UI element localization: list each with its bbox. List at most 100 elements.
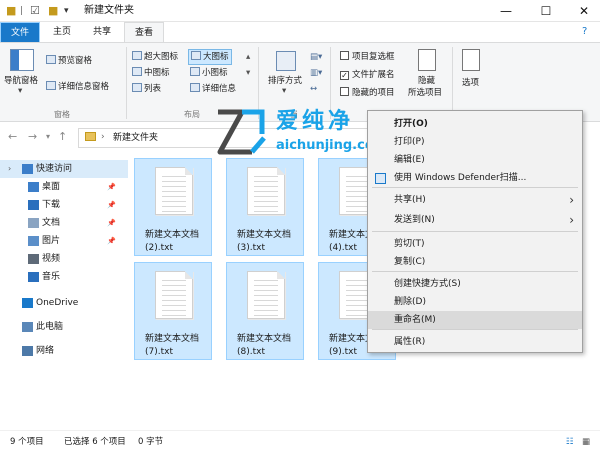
scroll-down-icon[interactable]: ▾ xyxy=(246,67,250,79)
context-menu-item[interactable]: 发送到(N) › xyxy=(368,211,582,229)
close-button[interactable]: ✕ xyxy=(564,0,600,22)
large-icons-view-icon[interactable]: ▦ xyxy=(582,436,590,448)
layout-medium-icons[interactable]: 中图标 xyxy=(132,67,170,79)
options-button[interactable]: 选项 xyxy=(462,77,479,89)
context-menu-item[interactable]: 打印(P) xyxy=(368,133,582,151)
navigation-pane: 快速访问 › 桌面 📌 下载 📌 文档 📌 图片 📌 视频 音乐 OneDrive 此电脑 网络 xyxy=(0,156,128,426)
details-pane-button[interactable]: 详细信息窗格 xyxy=(46,81,109,93)
context-menu-item-label: 打印(P) xyxy=(394,137,425,147)
context-menu-item[interactable]: 删除(D) xyxy=(368,293,582,311)
file-item[interactable]: 新建文本文档 (7).txt xyxy=(134,262,212,360)
submenu-arrow-icon: › xyxy=(569,193,574,207)
pin-icon[interactable]: 📌 xyxy=(107,196,116,214)
sidebar-item[interactable]: 视频 xyxy=(0,250,128,268)
expand-chevron-icon[interactable]: › xyxy=(8,160,11,178)
sidebar-item[interactable]: 下载 📌 xyxy=(0,196,128,214)
context-menu-item[interactable]: 使用 Windows Defender扫描... xyxy=(368,169,582,187)
chevron-down-icon[interactable]: ▾ xyxy=(282,85,286,97)
context-menu-item-label: 编辑(E) xyxy=(394,155,425,165)
checkbox-unchecked-icon[interactable] xyxy=(340,87,349,96)
file-item[interactable]: 新建文本文档 (3).txt xyxy=(226,158,304,256)
maximize-button[interactable]: ☐ xyxy=(526,0,566,22)
file-name-line2: (8).txt xyxy=(237,347,265,357)
menu-separator xyxy=(372,329,578,330)
checkbox-unchecked-icon[interactable] xyxy=(340,51,349,60)
menu-separator xyxy=(372,271,578,272)
sidebar-item[interactable]: 图片 📌 xyxy=(0,232,128,250)
scroll-up-icon[interactable]: ▴ xyxy=(246,51,250,63)
size-columns-icon[interactable]: ↔ xyxy=(310,83,317,95)
sidebar-item[interactable]: 文档 📌 xyxy=(0,214,128,232)
file-item[interactable]: 新建文本文档 (8).txt xyxy=(226,262,304,360)
group-label-panes: 窗格 xyxy=(54,110,70,119)
back-icon[interactable]: ← xyxy=(8,130,17,144)
recent-locations-icon[interactable]: ▾ xyxy=(46,130,50,144)
details-pane-icon xyxy=(46,81,56,90)
title-bar: ■ | ☑ ■ ▾ 新建文件夹 — ☐ ✕ xyxy=(0,0,600,22)
context-menu-item[interactable]: 重命名(M) xyxy=(368,311,582,329)
pin-icon[interactable]: 📌 xyxy=(107,214,116,232)
sidebar-item[interactable]: 快速访问 › xyxy=(0,160,128,178)
context-menu-item[interactable]: 创建快捷方式(S) xyxy=(368,275,582,293)
group-by-icon[interactable]: ▤▾ xyxy=(310,51,322,63)
context-menu-item-label: 发送到(N) xyxy=(394,215,435,225)
sidebar-item-label: 下载 xyxy=(42,200,61,210)
picture-icon xyxy=(28,236,39,246)
context-menu-item[interactable]: 属性(R) xyxy=(368,333,582,351)
checkbox-checked-icon[interactable]: ✓ xyxy=(340,71,349,80)
large-icons-icon xyxy=(191,51,201,60)
small-icons-icon xyxy=(190,67,200,76)
tab-share[interactable]: 共享 xyxy=(84,22,120,42)
add-columns-icon[interactable]: ▥▾ xyxy=(310,67,322,79)
layout-large-icons[interactable]: 大图标 xyxy=(188,49,232,65)
file-extensions-option[interactable]: ✓ 文件扩展名 xyxy=(340,69,395,81)
sidebar-item-label: 网络 xyxy=(36,346,55,356)
context-menu-item[interactable]: 共享(H) › xyxy=(368,191,582,209)
breadcrumb-chevron-icon[interactable]: › xyxy=(101,132,105,142)
desktop-icon xyxy=(28,182,39,192)
pin-icon[interactable]: 📌 xyxy=(107,178,116,196)
layout-small-icons[interactable]: 小图标 xyxy=(190,67,228,79)
item-checkboxes-option[interactable]: 项目复选框 xyxy=(340,51,395,63)
help-icon[interactable]: ? xyxy=(582,26,587,37)
context-menu-item[interactable]: 复制(C) xyxy=(368,253,582,271)
selected-count: 已选择 6 个项目 xyxy=(64,437,126,447)
context-menu-item[interactable]: 编辑(E) xyxy=(368,151,582,169)
star-icon xyxy=(22,164,33,174)
hide-selected-button-line2[interactable]: 所选项目 xyxy=(408,87,442,99)
address-path: 新建文件夹 xyxy=(113,133,159,143)
tab-home[interactable]: 主页 xyxy=(44,22,80,42)
sidebar-item[interactable]: OneDrive xyxy=(0,294,128,312)
ribbon-separator xyxy=(126,47,127,119)
pin-icon[interactable]: 📌 xyxy=(107,232,116,250)
sidebar-item[interactable]: 桌面 📌 xyxy=(0,178,128,196)
forward-icon[interactable]: → xyxy=(28,130,37,144)
context-menu-item-label: 打开(O) xyxy=(394,119,428,129)
layout-list[interactable]: 列表 xyxy=(132,83,161,95)
context-menu-item[interactable]: 打开(O) xyxy=(368,115,582,133)
sidebar-item[interactable]: 音乐 xyxy=(0,268,128,286)
context-menu-item-label: 删除(D) xyxy=(394,297,426,307)
chevron-down-icon[interactable]: ▾ xyxy=(18,85,22,97)
file-name-line1: 新建文本文档 xyxy=(145,334,200,344)
layout-details[interactable]: 详细信息 xyxy=(190,83,236,95)
sidebar-item[interactable]: 网络 xyxy=(0,342,128,360)
hidden-items-option[interactable]: 隐藏的项目 xyxy=(340,87,395,99)
ribbon-separator xyxy=(452,47,453,119)
chevron-down-icon[interactable]: ▾ xyxy=(64,4,69,18)
tab-view[interactable]: 查看 xyxy=(124,22,164,42)
sidebar-item[interactable]: 此电脑 xyxy=(0,318,128,336)
context-menu-item[interactable]: 剪切(T) xyxy=(368,235,582,253)
hide-selected-button[interactable]: 隐藏 xyxy=(418,75,435,87)
status-bar: 9 个项目 已选择 6 个项目 0 字节 ☷ ▦ xyxy=(0,430,600,452)
up-icon[interactable]: ↑ xyxy=(58,130,67,144)
layout-extra-large-icons[interactable]: 超大图标 xyxy=(132,51,178,63)
text-file-icon xyxy=(155,167,193,215)
file-item[interactable]: 新建文本文档 (2).txt xyxy=(134,158,212,256)
preview-pane-button[interactable]: 预览窗格 xyxy=(46,55,92,67)
details-view-icon[interactable]: ☷ xyxy=(566,436,574,448)
properties-icon[interactable]: ☑ xyxy=(30,4,40,18)
new-folder-icon[interactable]: ■ xyxy=(48,4,58,18)
file-name-line1: 新建文本文档 xyxy=(145,230,200,240)
minimize-button[interactable]: — xyxy=(486,0,526,22)
